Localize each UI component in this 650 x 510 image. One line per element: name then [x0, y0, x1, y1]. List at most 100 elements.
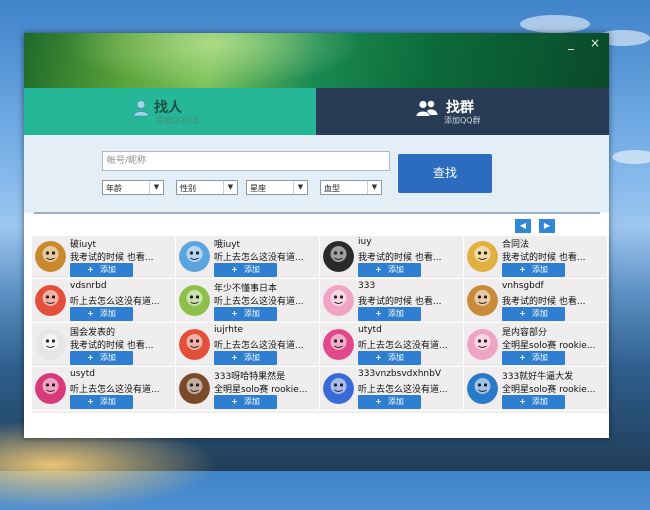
result-description: 听上去怎么这没有道... — [70, 297, 160, 307]
result-name: 是内容部分 — [502, 328, 548, 338]
add-friend-button[interactable]: + 添加 — [502, 351, 565, 365]
result-card: 333就好牛逼大发全明星solo赛 rookie... + 添加 — [464, 368, 608, 411]
add-friend-button[interactable]: + 添加 — [358, 351, 421, 365]
avatar[interactable] — [323, 285, 354, 316]
avatar[interactable] — [323, 241, 354, 272]
add-friend-label: 添加 — [99, 397, 116, 406]
blood-type-select[interactable]: 血型 ▼ — [320, 180, 382, 195]
result-card: 是内容部分全明星solo赛 rookie... + 添加 — [464, 324, 608, 367]
add-friend-button[interactable]: + 添加 — [70, 263, 133, 277]
result-name: iujrhte — [214, 325, 244, 335]
result-card: 哦iuyt 听上去怎么这没有道... + 添加 — [176, 236, 320, 279]
add-friend-label: 添加 — [99, 353, 116, 362]
add-friend-label: 添加 — [243, 309, 260, 318]
chevron-down-icon: ▼ — [223, 181, 237, 194]
avatar[interactable] — [467, 373, 498, 404]
search-panel: 年龄 ▼ 性别 ▼ 星座 ▼ 血型 ▼ 查找 — [24, 135, 609, 213]
find-button[interactable]: 查找 — [398, 154, 492, 193]
add-friend-button[interactable]: + 添加 — [358, 307, 421, 321]
minimize-button[interactable]: _ — [568, 37, 574, 49]
add-friend-button[interactable]: + 添加 — [502, 307, 565, 321]
tab-find-group-subtitle: 添加QQ群 — [444, 116, 481, 125]
tab-find-group[interactable]: 找群 添加QQ群 — [316, 88, 609, 135]
plus-icon: + — [375, 265, 382, 274]
gender-select[interactable]: 性别 ▼ — [176, 180, 238, 195]
blood-type-select-value: 血型 — [324, 184, 340, 193]
add-friend-button[interactable]: + 添加 — [502, 395, 565, 409]
gender-select-value: 性别 — [180, 184, 196, 193]
plus-icon: + — [87, 353, 94, 362]
result-description: 全明星solo赛 rookie... — [502, 385, 596, 395]
add-friend-label: 添加 — [531, 397, 548, 406]
avatar[interactable] — [35, 241, 66, 272]
result-description: 听上去怎么这没有道... — [214, 341, 304, 351]
add-friend-button[interactable]: + 添加 — [358, 263, 421, 277]
add-friend-button[interactable]: + 添加 — [214, 395, 277, 409]
result-card: iujrhte 听上去怎么这没有道... + 添加 — [176, 324, 320, 367]
avatar[interactable] — [323, 373, 354, 404]
result-name: 333呀哈特果然是 — [214, 372, 286, 382]
tab-find-person[interactable]: 找人 添加QQ好友 — [24, 88, 316, 135]
add-friend-button[interactable]: + 添加 — [70, 395, 133, 409]
prev-page-button[interactable]: ◀ — [515, 219, 531, 233]
result-card: iuy 我考试的时候 也看... + 添加 — [320, 236, 464, 279]
avatar[interactable] — [35, 373, 66, 404]
add-friend-button[interactable]: + 添加 — [70, 351, 133, 365]
add-friend-label: 添加 — [99, 309, 116, 318]
result-name: iuy — [358, 237, 372, 247]
close-button[interactable]: × — [590, 37, 600, 49]
add-friend-label: 添加 — [531, 353, 548, 362]
results-divider — [34, 212, 600, 214]
avatar[interactable] — [323, 329, 354, 360]
avatar[interactable] — [179, 241, 210, 272]
result-description: 我考试的时候 也看... — [70, 341, 154, 351]
result-name: 破iuyt — [70, 240, 97, 250]
result-description: 听上去怎么这没有道... — [358, 385, 448, 395]
add-friend-button[interactable]: + 添加 — [214, 307, 277, 321]
arrow-left-icon: ◀ — [519, 221, 527, 230]
result-name: 333就好牛逼大发 — [502, 372, 574, 382]
zodiac-select[interactable]: 星座 ▼ — [246, 180, 308, 195]
add-friend-button[interactable]: + 添加 — [358, 395, 421, 409]
window-banner: _ × — [24, 33, 609, 88]
plus-icon: + — [87, 309, 94, 318]
age-select[interactable]: 年龄 ▼ — [102, 180, 164, 195]
plus-icon: + — [519, 309, 526, 318]
avatar[interactable] — [179, 373, 210, 404]
add-friend-button[interactable]: + 添加 — [214, 351, 277, 365]
plus-icon: + — [519, 353, 526, 362]
result-card: vdsnrbd 听上去怎么这没有道... + 添加 — [32, 280, 176, 323]
result-description: 我考试的时候 也看... — [358, 297, 442, 307]
avatar[interactable] — [467, 285, 498, 316]
add-friend-button[interactable]: + 添加 — [502, 263, 565, 277]
result-card: 333 我考试的时候 也看... + 添加 — [320, 280, 464, 323]
result-card: 333呀哈特果然是 全明星solo赛 rookie... + 添加 — [176, 368, 320, 411]
avatar[interactable] — [179, 285, 210, 316]
chevron-down-icon: ▼ — [293, 181, 307, 194]
tab-bar: 找人 添加QQ好友 找群 添加QQ群 — [24, 88, 609, 135]
result-name: 国会发表的 — [70, 328, 116, 338]
result-description: 全明星solo赛 rookie... — [502, 341, 596, 351]
age-select-value: 年龄 — [106, 184, 122, 193]
plus-icon: + — [519, 397, 526, 406]
plus-icon: + — [375, 397, 382, 406]
avatar[interactable] — [467, 329, 498, 360]
add-friend-label: 添加 — [243, 397, 260, 406]
result-card: 年少不懂事日本 听上去怎么这没有道... + 添加 — [176, 280, 320, 323]
result-card: 国会发表的我考试的时候 也看... + 添加 — [32, 324, 176, 367]
avatar[interactable] — [35, 329, 66, 360]
result-name: 年少不懂事日本 — [214, 284, 278, 294]
add-friend-button[interactable]: + 添加 — [214, 263, 277, 277]
avatar[interactable] — [467, 241, 498, 272]
zodiac-select-value: 星座 — [250, 184, 266, 193]
avatar[interactable] — [35, 285, 66, 316]
next-page-button[interactable]: ▶ — [539, 219, 555, 233]
results-grid: 破iuyt 我考试的时候 也看... + 添加 哦iuyt 听上去怎么这没有道... + 添加… — [32, 236, 609, 413]
person-icon — [132, 99, 150, 121]
add-friend-label: 添加 — [531, 309, 548, 318]
result-card: utytd 听上去怎么这没有道... + 添加 — [320, 324, 464, 367]
avatar[interactable] — [179, 329, 210, 360]
result-name: 333 — [358, 281, 376, 291]
account-nickname-input[interactable] — [102, 151, 390, 171]
add-friend-button[interactable]: + 添加 — [70, 307, 133, 321]
